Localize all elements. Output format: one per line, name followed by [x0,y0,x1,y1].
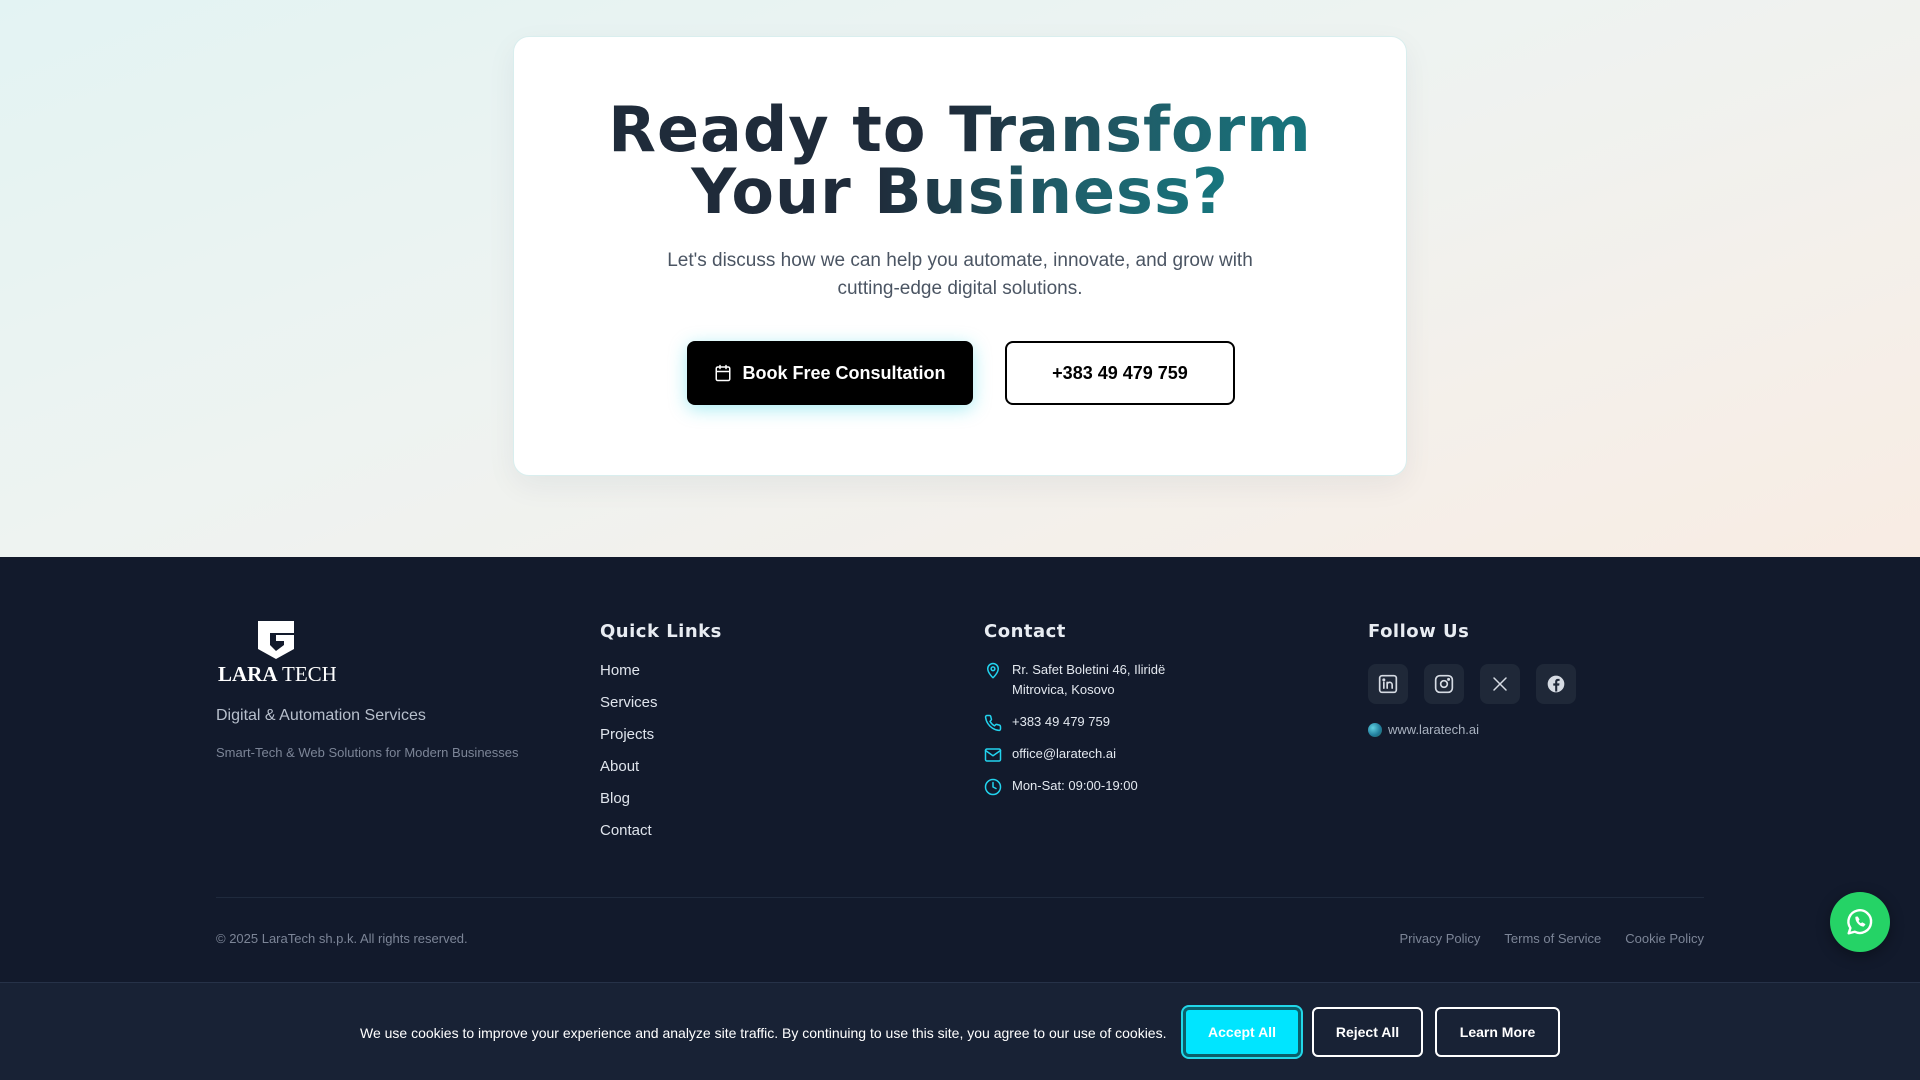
footer-contact: Contact Rr. Safet Boletini 46, Iliridë M… [984,619,1165,808]
footer-follow: Follow Us www.laratech.ai [1368,619,1576,737]
footer-link-about[interactable]: About [600,758,722,790]
cookie-text: We use cookies to improve your experienc… [360,1025,1167,1041]
book-consultation-label: Book Free Consultation [742,362,946,383]
reject-cookies-button[interactable]: Reject All [1312,1007,1423,1057]
cta-title: Ready to Transform Your Business? [514,99,1406,223]
facebook-icon [1547,675,1565,693]
logo-text: TECH [282,662,336,683]
cta-title-highlight: Business? [874,155,1229,228]
footer: LARA TECH Digital & Automation Services … [0,557,1920,982]
contact-heading: Contact [984,621,1066,642]
contact-address: Rr. Safet Boletini 46, Iliridë Mitrovica… [984,660,1165,700]
contact-email[interactable]: office@laratech.ai [984,744,1165,764]
instagram-link[interactable] [1424,664,1464,704]
call-phone-button[interactable]: +383 49 479 759 [1005,341,1235,405]
linkedin-icon [1378,674,1398,694]
clock-icon [984,778,1002,796]
learn-more-button[interactable]: Learn More [1435,1007,1560,1057]
x-link[interactable] [1480,664,1520,704]
footer-link-services[interactable]: Services [600,694,722,726]
website-link[interactable]: www.laratech.ai [1368,722,1576,737]
footer-divider [216,897,1704,898]
website-text: www.laratech.ai [1388,722,1480,737]
quick-links-heading: Quick Links [600,621,722,642]
quick-links-list: Home Services Projects About Blog Contac… [600,662,722,854]
cta-card: Ready to Transform Your Business? Let's … [513,36,1407,476]
footer-quick-links: Quick Links Home Services Projects About… [600,619,722,854]
social-links [1368,664,1576,704]
footer-link-contact[interactable]: Contact [600,822,722,854]
instagram-icon [1434,674,1454,694]
whatsapp-button[interactable] [1830,892,1890,952]
calendar-icon [715,364,731,382]
x-icon [1493,677,1507,691]
facebook-link[interactable] [1536,664,1576,704]
contact-hours-text: Mon-Sat: 09:00-19:00 [1012,778,1138,793]
address-line-1: Rr. Safet Boletini 46, Iliridë [1012,662,1166,677]
contact-phone[interactable]: +383 49 479 759 [984,712,1165,732]
footer-link-blog[interactable]: Blog [600,790,722,822]
copyright: © 2025 LaraTech sh.p.k. All rights reser… [216,931,468,946]
contact-email-text: office@laratech.ai [1012,746,1117,761]
address-line-2: Mitrovica, Kosovo [1012,682,1115,697]
footer-brand: LARA TECH Digital & Automation Services … [216,619,519,760]
accept-cookies-button[interactable]: Accept All [1183,1007,1301,1057]
linkedin-link[interactable] [1368,664,1408,704]
contact-phone-text: +383 49 479 759 [1012,714,1110,729]
cookie-policy-link[interactable]: Cookie Policy [1625,931,1704,946]
footer-link-projects[interactable]: Projects [600,726,722,758]
cookie-banner: We use cookies to improve your experienc… [0,982,1920,1080]
laratech-logo[interactable]: LARA TECH [216,619,336,683]
phone-icon [984,714,1002,732]
privacy-policy-link[interactable]: Privacy Policy [1400,931,1481,946]
cta-title-part: Your [691,155,875,228]
contact-hours: Mon-Sat: 09:00-19:00 [984,776,1165,796]
brand-tagline: Digital & Automation Services [216,707,426,724]
cta-subtitle: Let's discuss how we can help you automa… [667,250,1253,299]
cta-section: Ready to Transform Your Business? Let's … [0,0,1920,557]
legal-links: Privacy Policy Terms of Service Cookie P… [1400,931,1705,946]
whatsapp-icon [1847,909,1873,935]
terms-link[interactable]: Terms of Service [1504,931,1601,946]
footer-link-home[interactable]: Home [600,662,722,694]
map-pin-icon [987,662,999,679]
mail-icon [984,748,1002,762]
brand-description: Smart-Tech & Web Solutions for Modern Bu… [216,745,519,760]
call-phone-label: +383 49 479 759 [1052,362,1188,383]
logo-text: LARA [218,662,278,683]
book-consultation-button[interactable]: Book Free Consultation [687,341,973,405]
follow-heading: Follow Us [1368,621,1470,642]
globe-icon [1368,722,1382,737]
